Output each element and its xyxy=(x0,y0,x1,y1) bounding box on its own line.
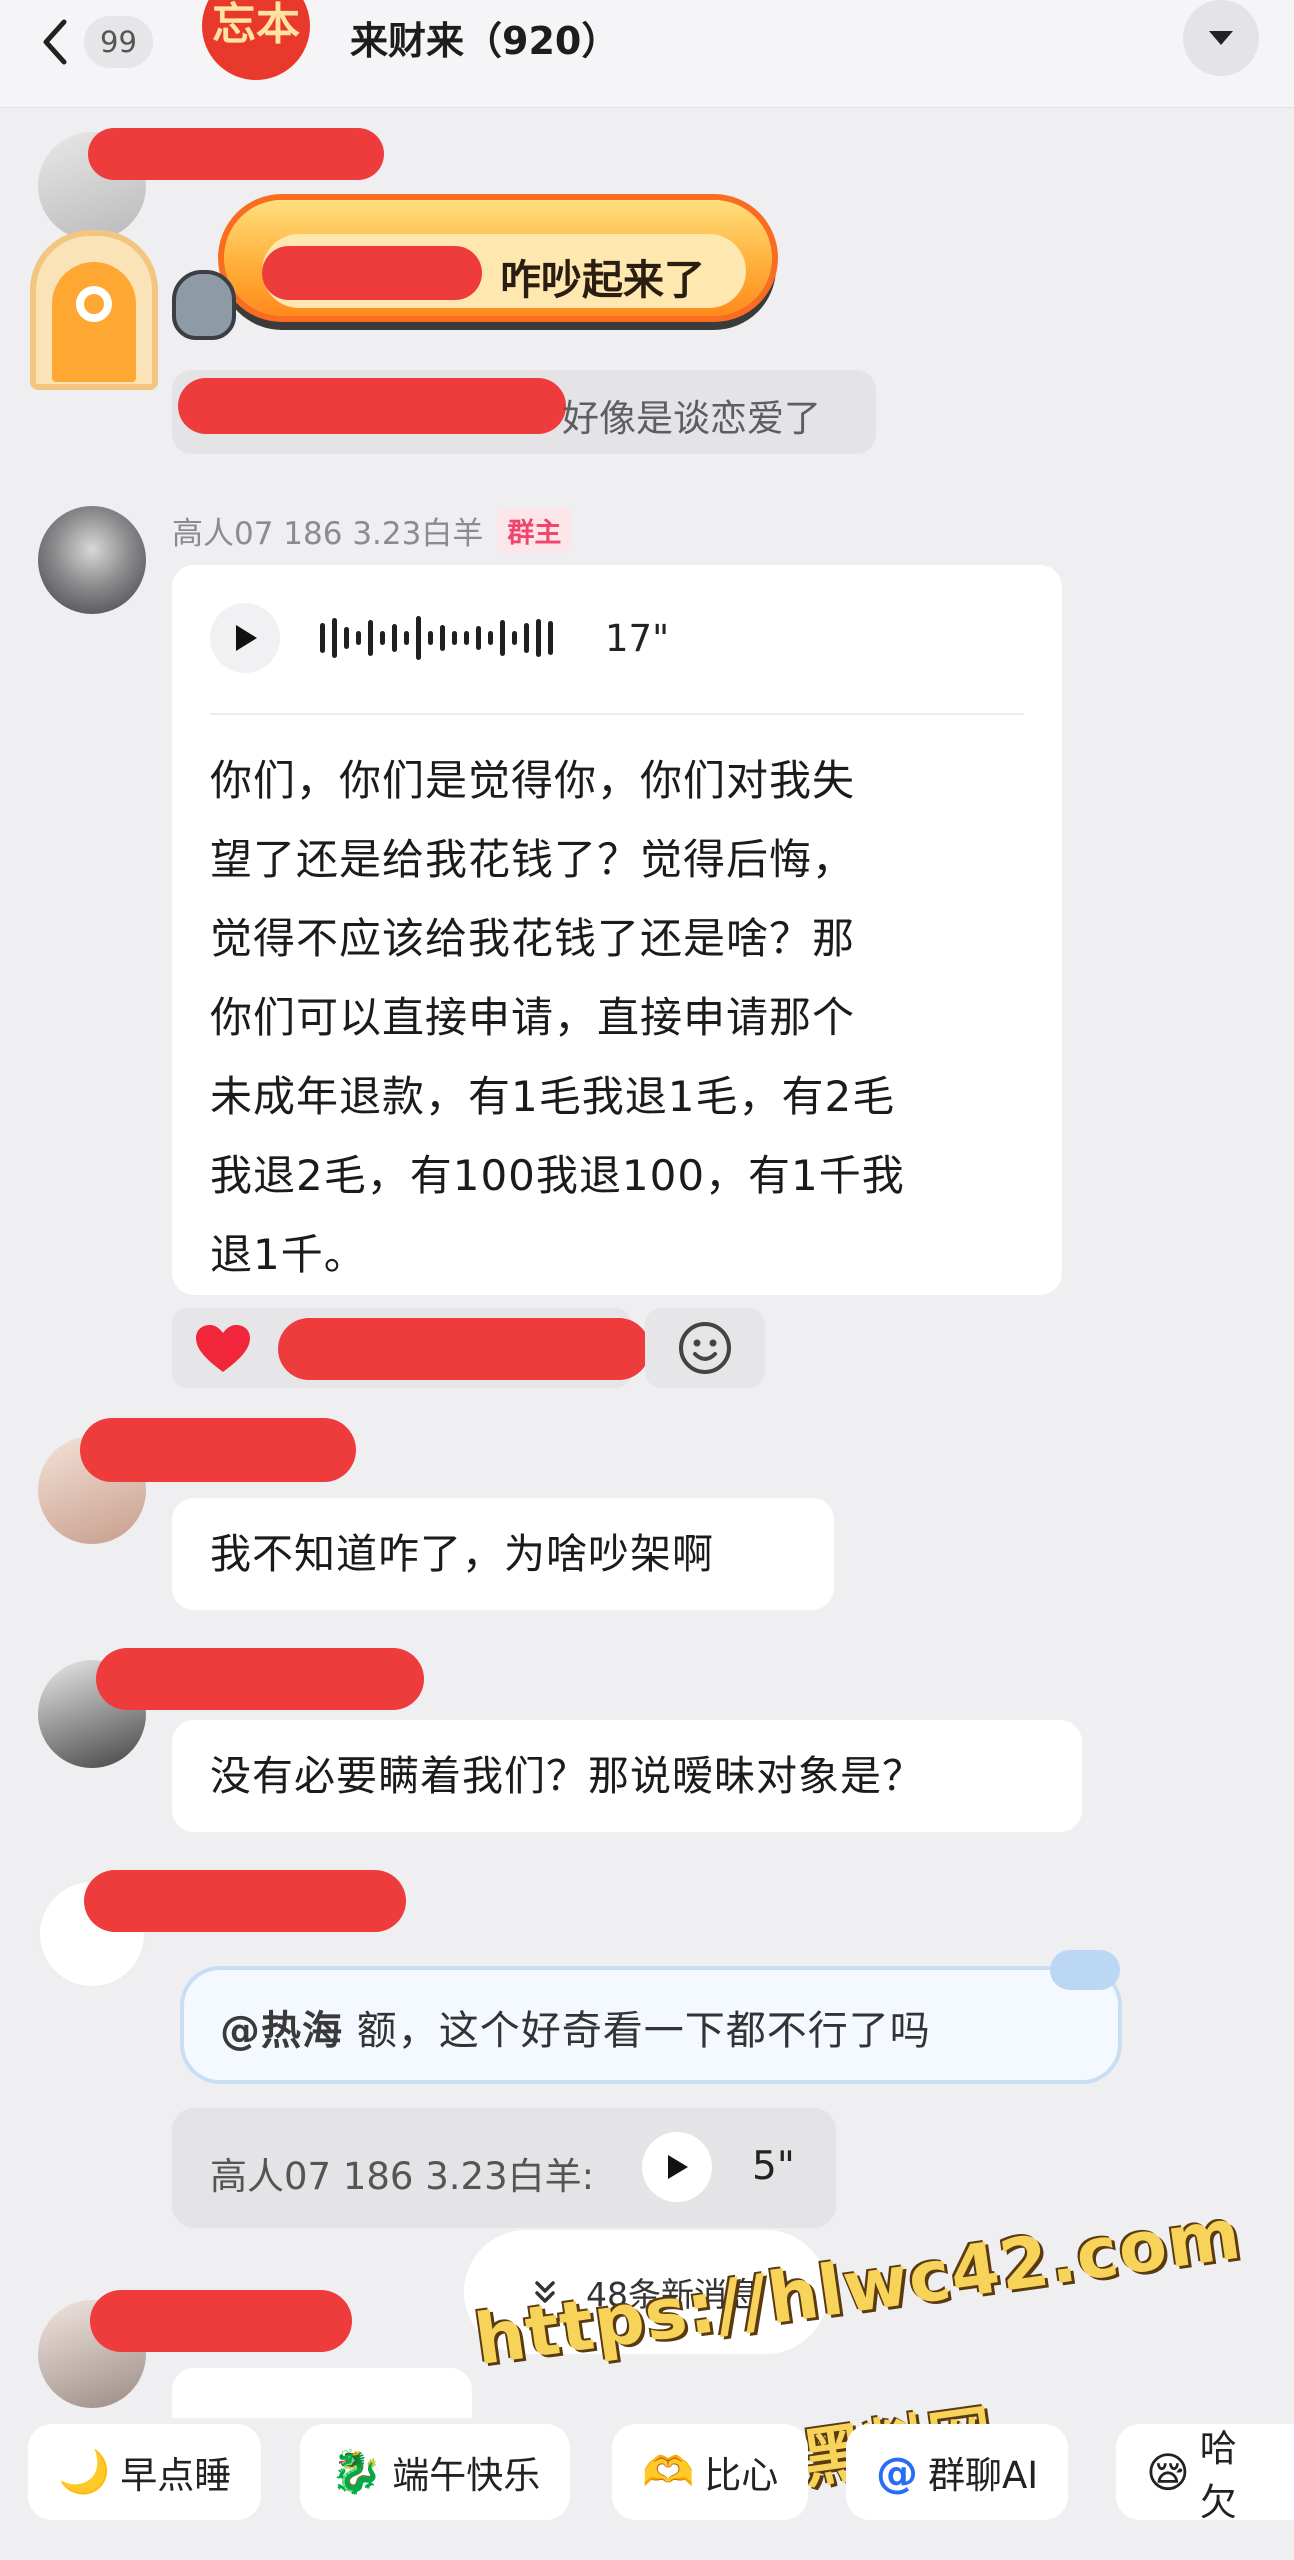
redacted-username xyxy=(178,378,566,434)
redacted-username xyxy=(88,128,384,180)
back-button[interactable]: 99 xyxy=(40,12,200,72)
redacted-username xyxy=(84,1870,406,1932)
redacted-username xyxy=(80,1418,356,1482)
quick-chip-sleep[interactable]: 🌙 早点睡 xyxy=(28,2424,262,2520)
quick-chip-yawn[interactable]: 😪 哈欠 xyxy=(1116,2424,1294,2524)
smiley-icon xyxy=(679,1322,731,1374)
reply-body: 额，这个好奇看一下都不行了吗 xyxy=(343,2008,931,2054)
chevron-left-icon xyxy=(43,19,67,65)
chip-label: 比心 xyxy=(704,2454,779,2497)
owner-badge: 群主 xyxy=(497,508,572,553)
play-icon xyxy=(236,625,257,651)
heart-hands-icon: 🫶 xyxy=(642,2447,695,2496)
heart-icon xyxy=(196,1325,250,1372)
voice-waveform xyxy=(320,616,553,660)
quick-chip-group-ai[interactable]: @ 群聊AI xyxy=(846,2424,1069,2520)
quoted-sender: 高人07 186 3.23白羊: xyxy=(210,2155,595,2198)
chip-label: 早点睡 xyxy=(120,2454,232,2497)
redacted-reactors xyxy=(278,1318,650,1380)
add-reaction-button[interactable] xyxy=(645,1308,765,1388)
dragon-icon: 🐉 xyxy=(330,2447,383,2496)
moon-icon: 🌙 xyxy=(58,2447,111,2496)
caret-down-icon xyxy=(1209,31,1233,45)
message-bubble[interactable]: 我不知道咋了，为啥吵架啊 xyxy=(172,1498,834,1610)
sender-name[interactable]: 高人07 186 3.23白羊 xyxy=(172,508,483,553)
group-menu-button[interactable] xyxy=(1183,0,1259,76)
message-text: 我不知道咋了，为啥吵架啊 xyxy=(210,1530,714,1578)
play-button[interactable] xyxy=(210,603,280,673)
transcript-line: 你们，你们是觉得你，你们对我失 xyxy=(210,756,856,805)
owner-avatar[interactable] xyxy=(38,506,146,614)
message-bubble[interactable] xyxy=(172,2368,472,2418)
transcript-line: 你们可以直接申请，直接申请那个 xyxy=(210,993,856,1042)
redacted-username xyxy=(90,2290,352,2352)
system-tip-text: 好像是谈恋爱了 xyxy=(562,397,821,440)
transcript-line: 退1千。 xyxy=(210,1230,367,1279)
group-title[interactable]: 来财来（920） xyxy=(350,10,619,65)
flame-banner-text: 咋吵起来了 xyxy=(500,256,705,304)
redacted-username xyxy=(96,1648,424,1710)
transcript-line: 未成年退款，有1毛我退1毛，有2毛 xyxy=(210,1072,896,1121)
voice-divider xyxy=(210,713,1024,715)
seal-decoration-icon xyxy=(1050,1950,1120,1990)
message-bubble[interactable]: 没有必要瞒着我们？那说暧昧对象是？ xyxy=(172,1720,1082,1832)
voice-duration: 17" xyxy=(605,616,670,660)
mention[interactable]: @热海 xyxy=(220,2008,343,2054)
chip-label: 端午快乐 xyxy=(392,2454,541,2497)
owner-sender-row: 高人07 186 3.23白羊 群主 xyxy=(172,508,572,553)
voice-message-bubble[interactable]: 17" 你们，你们是觉得你，你们对我失 望了还是给我花钱了？觉得后悔， 觉得不应… xyxy=(172,565,1062,1295)
redacted-username xyxy=(262,246,482,300)
transcript-line: 觉得不应该给我花钱了还是啥？那 xyxy=(210,914,856,963)
message-text: 没有必要瞒着我们？那说暧昧对象是？ xyxy=(210,1752,924,1800)
voice-transcript: 你们，你们是觉得你，你们对我失 望了还是给我花钱了？觉得后悔， 觉得不应该给我花… xyxy=(210,741,905,1294)
quick-chip-dragon-boat[interactable]: 🐉 端午快乐 xyxy=(300,2424,571,2520)
at-icon: @ xyxy=(876,2447,918,2497)
transcript-line: 我退2毛，有100我退100，有1千我 xyxy=(210,1151,905,1200)
chip-label: 哈欠 xyxy=(1199,2427,1237,2524)
quoted-voice-duration: 5" xyxy=(752,2144,795,2189)
unread-count-badge: 99 xyxy=(84,16,153,68)
play-button[interactable] xyxy=(642,2132,712,2202)
yawn-icon: 😪 xyxy=(1146,2447,1190,2497)
play-icon xyxy=(668,2155,688,2179)
reply-text: @热海 额，这个好奇看一下都不行了吗 xyxy=(220,1998,931,2056)
chip-label: 群聊AI xyxy=(928,2454,1039,2497)
transcript-line: 望了还是给我花钱了？觉得后悔， xyxy=(210,835,856,884)
cat-mascot-icon xyxy=(172,270,236,340)
door-icon xyxy=(30,230,158,390)
quick-chip-heart[interactable]: 🫶 比心 xyxy=(612,2424,809,2520)
quoted-voice-message[interactable]: 高人07 186 3.23白羊: 5" xyxy=(172,2108,836,2228)
